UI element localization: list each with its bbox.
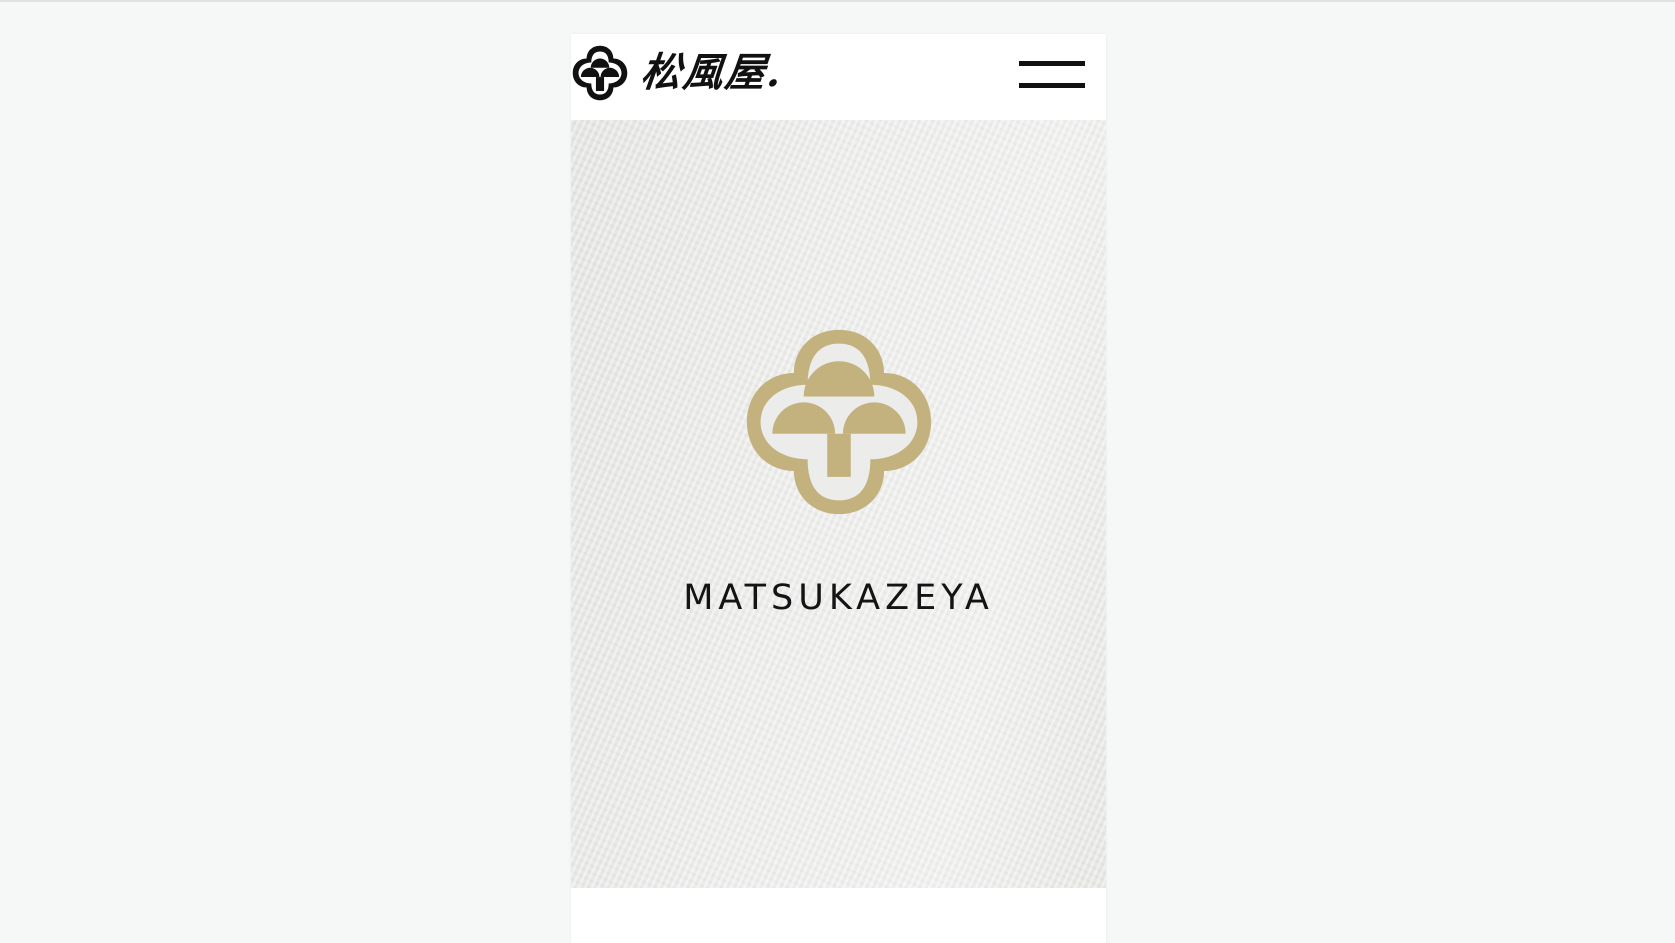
menu-bar-top — [1019, 61, 1085, 66]
site-header: 松風屋. — [571, 34, 1106, 120]
crest-emblem-icon — [746, 329, 932, 515]
menu-bar-bottom — [1019, 83, 1085, 88]
mobile-page-frame: 松風屋. MATSUKAZEYA — [571, 34, 1106, 943]
viewport-top-border — [0, 0, 1675, 2]
hamburger-menu-button[interactable] — [1019, 59, 1085, 93]
hero-section: MATSUKAZEYA — [571, 120, 1106, 888]
brand-wordmark: MATSUKAZEYA — [683, 578, 994, 618]
brand-name: 松風屋. — [638, 49, 786, 96]
content-below-hero — [571, 888, 1106, 943]
crest-logo-icon — [572, 45, 628, 101]
brand-logo-link[interactable]: 松風屋. — [571, 44, 786, 102]
